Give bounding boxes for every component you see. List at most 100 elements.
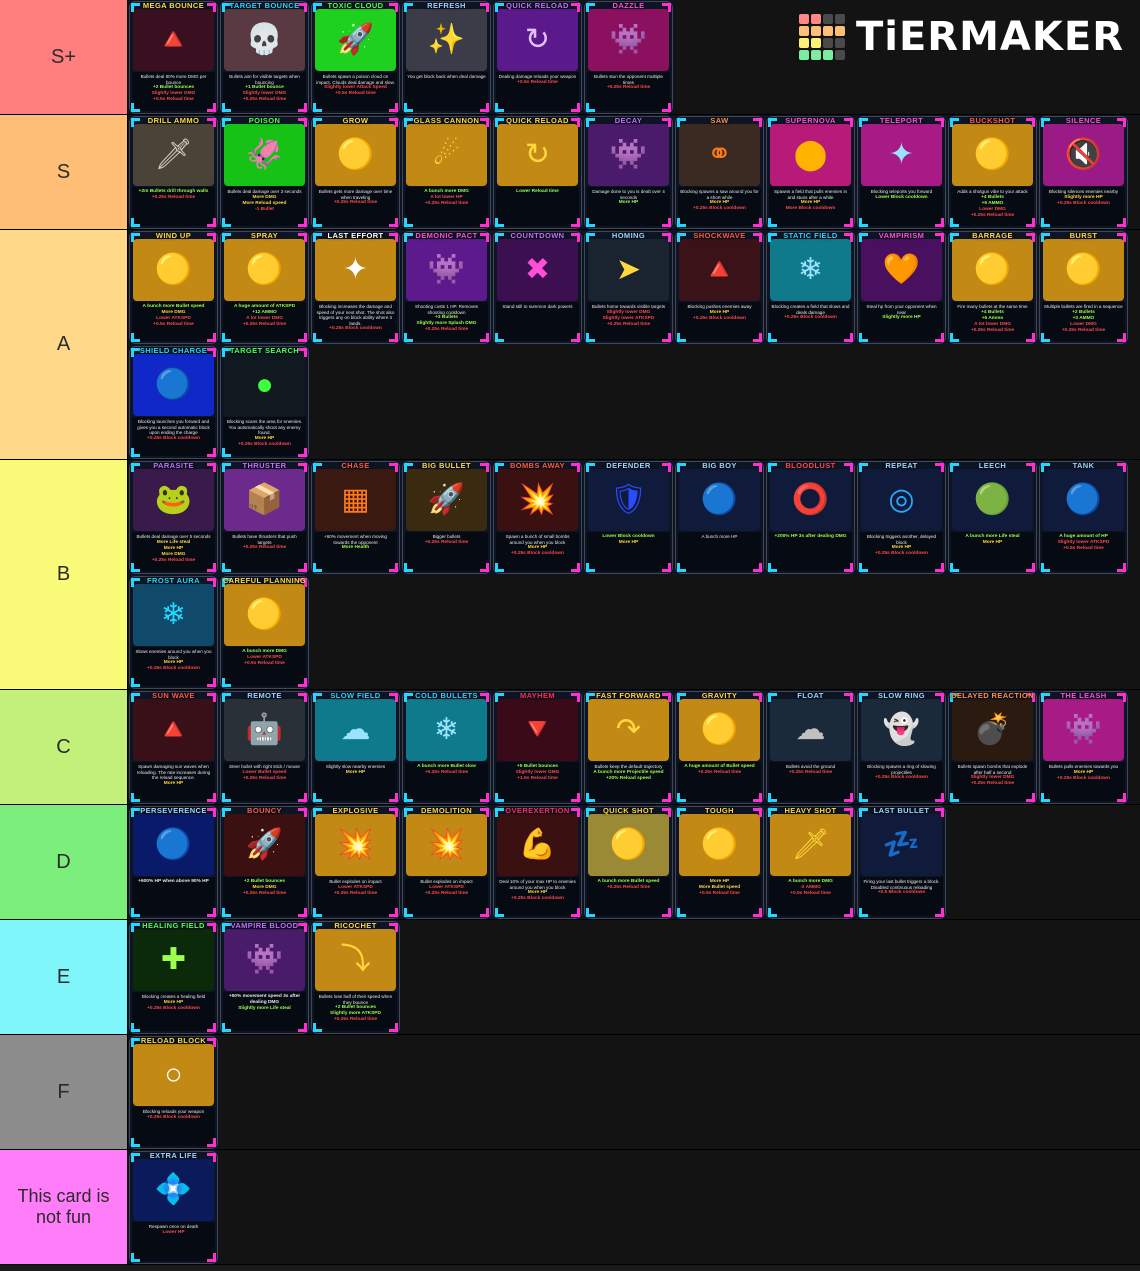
card[interactable]: 👻 SLOW RING Blocking spawns a ring of slow… — [856, 690, 947, 804]
card-title: SHIELD CHARGE — [139, 346, 208, 355]
card[interactable]: 💠 EXTRA LIFE Respawn once on death Lower HP — [128, 1150, 219, 1264]
tier-label-0[interactable]: S+ — [0, 0, 128, 114]
card[interactable]: ◎ REPEAT Blocking triggers another, delaye… — [856, 460, 947, 575]
card[interactable]: ☄ GLASS CANNON A bunch more DMG A lot lower… — [401, 115, 492, 229]
card[interactable]: ⭕ BLOODLUST +200% HP 3s after dealing DMG — [765, 460, 856, 575]
card-title: TANK — [1072, 461, 1095, 470]
card[interactable]: ⚭ SAW Blocking spawns a saw around you for… — [674, 115, 765, 229]
card-art-glyph: 📦 — [245, 483, 284, 516]
card[interactable]: 🧡 VAMPIRISM Steal hp from your opponent wh… — [856, 230, 947, 345]
card[interactable]: 👾 DEMONIC PACT Shooting costs 1 HP. Remove… — [401, 230, 492, 345]
card-corner-br-icon — [1117, 793, 1126, 802]
card[interactable]: 🔵 SHIELD CHARGE Blocking launches you forw… — [128, 345, 219, 459]
card[interactable]: ❄ COLD BULLETS A bunch more Bullet slow +0.… — [401, 690, 492, 804]
card[interactable]: 🟡 CAREFUL PLANNING A bunch more DMG Lower A… — [219, 575, 310, 689]
card-corner-bl-icon — [495, 563, 504, 572]
card[interactable]: 🔵 BIG BOY A bunch more HP — [674, 460, 765, 575]
tier-label-1[interactable]: S — [0, 115, 128, 229]
card-corner-br-icon — [844, 793, 853, 802]
card[interactable]: 🟢 LEECH A bunch more Life steal More HP — [947, 460, 1038, 575]
tier-label-5[interactable]: D — [0, 805, 128, 919]
card[interactable]: ⤵ RICOCHET Bullets lose half of their spee… — [310, 920, 401, 1034]
card[interactable]: 👾 VAMPIRE BLOOD +50% movement speed 3s aft… — [219, 920, 310, 1034]
card[interactable]: 🔵 TANK A huge amount of HP Slightly lower A… — [1038, 460, 1129, 575]
tier-label-3[interactable]: B — [0, 460, 128, 689]
tier-label-4[interactable]: C — [0, 690, 128, 804]
tier-label-8[interactable]: This card is not fun — [0, 1150, 128, 1264]
card[interactable]: ☁ FLOAT Bullets avoid the ground +0.25s Rel… — [765, 690, 856, 804]
card[interactable]: ➤ HOMING Bullets home towards visible targ… — [583, 230, 674, 345]
card[interactable]: ↷ FAST FORWARD Bullets keep the default tr… — [583, 690, 674, 804]
card[interactable]: ⬤ SUPERNOVA Spawns a field that pulls enem… — [765, 115, 856, 229]
card[interactable]: 🛡 DEFENDER Lower Block cooldown More HP — [583, 460, 674, 575]
card[interactable]: 🤖 REMOTE Steer bullet with right stick / m… — [219, 690, 310, 804]
card[interactable]: 🔺 SUN WAVE Spawn damaging sun waves when r… — [128, 690, 219, 804]
card[interactable]: ↻ QUICK RELOAD Dealing damage reloads your… — [492, 0, 583, 114]
card-art-glyph: 🔺 — [154, 23, 193, 56]
card[interactable]: ▦ CHASE +60% movement when moving towards … — [310, 460, 401, 575]
card[interactable]: ✖ COUNTDOWN Stand still to summon dark pow… — [492, 230, 583, 345]
card[interactable]: 🔺 SHOCKWAVE Blocking pushes enemies away Mo… — [674, 230, 765, 345]
card[interactable]: ❄ FROST AURA Slows enemies around you when… — [128, 575, 219, 689]
card-corner-bl-icon — [131, 908, 140, 917]
card[interactable]: 🔇 SILENCE Blocking silences enemies nearby… — [1038, 115, 1129, 229]
tier-label-7[interactable]: F — [0, 1035, 128, 1149]
tier-label-2[interactable]: A — [0, 230, 128, 459]
card[interactable]: 🔵 PERSEVERENCE +600% HP when above 90% HP — [128, 805, 219, 919]
card[interactable]: 👾 DAZZLE Bullets stun the opponent multipl… — [583, 0, 674, 114]
card[interactable]: ↻ QUICK RELOAD Lower Reload time — [492, 115, 583, 229]
card[interactable]: ✨ REFRESH You get block back when deal dam… — [401, 0, 492, 114]
card[interactable]: 💥 EXPLOSIVE Bullet explodes on impact Lower… — [310, 805, 401, 919]
card-corner-bl-icon — [1041, 333, 1050, 342]
card[interactable]: 🚀 BIG BULLET Bigger bullets +0.25s Reload t… — [401, 460, 492, 575]
card-title: FAST FORWARD — [596, 691, 661, 700]
card[interactable]: 🗡 DRILL AMMO +2m Bullets drill through wal… — [128, 115, 219, 229]
tier-row-e: E ✚ HEALING FIELD Blocking creates a healin… — [0, 920, 1140, 1035]
card[interactable]: 💥 BOMBS AWAY Spawn a bunch of small bombs … — [492, 460, 583, 575]
card[interactable]: ✦ TELEPORT Blocking teleports you forward L… — [856, 115, 947, 229]
card[interactable]: 🔻 MAYHEM +5 Bullet bounces Slightly lower D… — [492, 690, 583, 804]
card[interactable]: 🐸 PARASITE Bullets deal damage over 5 seco… — [128, 460, 219, 575]
card-art-glyph: 🟡 — [700, 828, 739, 861]
card[interactable]: ✚ HEALING FIELD Blocking creates a healing… — [128, 920, 219, 1034]
card[interactable]: 🟡 WIND UP A bunch more Bullet speed More DM… — [128, 230, 219, 345]
card-art: 💥 — [315, 814, 396, 876]
card[interactable]: ✦ LAST EFFORT Blocking increases the damag… — [310, 230, 401, 345]
card[interactable]: 🟡 BUCKSHOT Adds a shotgun vibe to your att… — [947, 115, 1038, 229]
card[interactable]: 🔺 MEGA BOUNCE Bullets deal 80% more DMG pe… — [128, 0, 219, 114]
tier-label-6[interactable]: E — [0, 920, 128, 1034]
card[interactable]: 💥 DEMOLITION Bullet explodes on impact Lowe… — [401, 805, 492, 919]
card-corner-bl-icon — [859, 333, 868, 342]
card-art: 🛡 — [588, 469, 669, 531]
card[interactable]: 💣 DELAYED REACTION Bullets spawn bombs tha… — [947, 690, 1038, 804]
card[interactable]: ❄ STATIC FIELD Blocking creates a field th… — [765, 230, 856, 345]
card[interactable]: 🗡 HEAVY SHOT A bunch more DMG -2 AMMO +0.5s … — [765, 805, 856, 919]
card[interactable]: 💀 TARGET BOUNCE Bullets aim for visible ta… — [219, 0, 310, 114]
card[interactable]: 💪 OVEREXERTION Deal 10% of your max HP to … — [492, 805, 583, 919]
card[interactable]: 📦 THRUSTER Bullets have thrusters that pus… — [219, 460, 310, 575]
card-corner-bl-icon — [950, 333, 959, 342]
card-stat-line: +0.25s Reload time — [424, 201, 469, 206]
card-art: ⤵ — [315, 929, 396, 991]
card[interactable]: ☁ SLOW FIELD Slightly slow nearby enemies M… — [310, 690, 401, 804]
card[interactable]: 🟡 BURST Multiple bullets are fired in a se… — [1038, 230, 1129, 345]
card[interactable]: 🦑 POISON Bullets deal damage over 3 second… — [219, 115, 310, 229]
card[interactable]: 🟡 QUICK SHOT A bunch more Bullet speed +0.2… — [583, 805, 674, 919]
card-corner-br-icon — [298, 218, 307, 227]
card-stat-line: +0.25s Block cooldown — [329, 326, 382, 332]
card[interactable]: 🟡 BARRAGE Fire many bullets at the same ti… — [947, 230, 1038, 345]
card[interactable]: ● TARGET SEARCH Blocking scans the area fo… — [219, 345, 310, 459]
card-art: ✦ — [315, 239, 396, 301]
card[interactable]: 🟡 SPRAY A huge amount of ATKSPD +12 AMMO A l… — [219, 230, 310, 345]
card[interactable]: 👾 THE LEASH Bullets pulls enemies towards … — [1038, 690, 1129, 804]
card[interactable]: ○ RELOAD BLOCK Blocking reloads your weapo… — [128, 1035, 219, 1149]
card[interactable]: 💤 LAST BULLET Firing your last bullet trig… — [856, 805, 947, 919]
card-corner-br-icon — [571, 563, 580, 572]
card[interactable]: 🚀 TOXIC CLOUD Bullets spawn a poison cloud… — [310, 0, 401, 114]
card[interactable]: 🟡 GRAVITY A huge amount of Bullet speed +0.… — [674, 690, 765, 804]
card-description-panel: Damage done to you is dealt over 4 secon… — [587, 187, 670, 226]
card[interactable]: 🟡 GROW Bullets gets more damage over time … — [310, 115, 401, 229]
card[interactable]: 👾 DECAY Damage done to you is dealt over 4… — [583, 115, 674, 229]
card[interactable]: 🚀 BOUNCY +2 Bullet bounces More DMG +0.25s R… — [219, 805, 310, 919]
card[interactable]: 🟡 TOUGH More HP More Bullet speed +0.5s Relo… — [674, 805, 765, 919]
